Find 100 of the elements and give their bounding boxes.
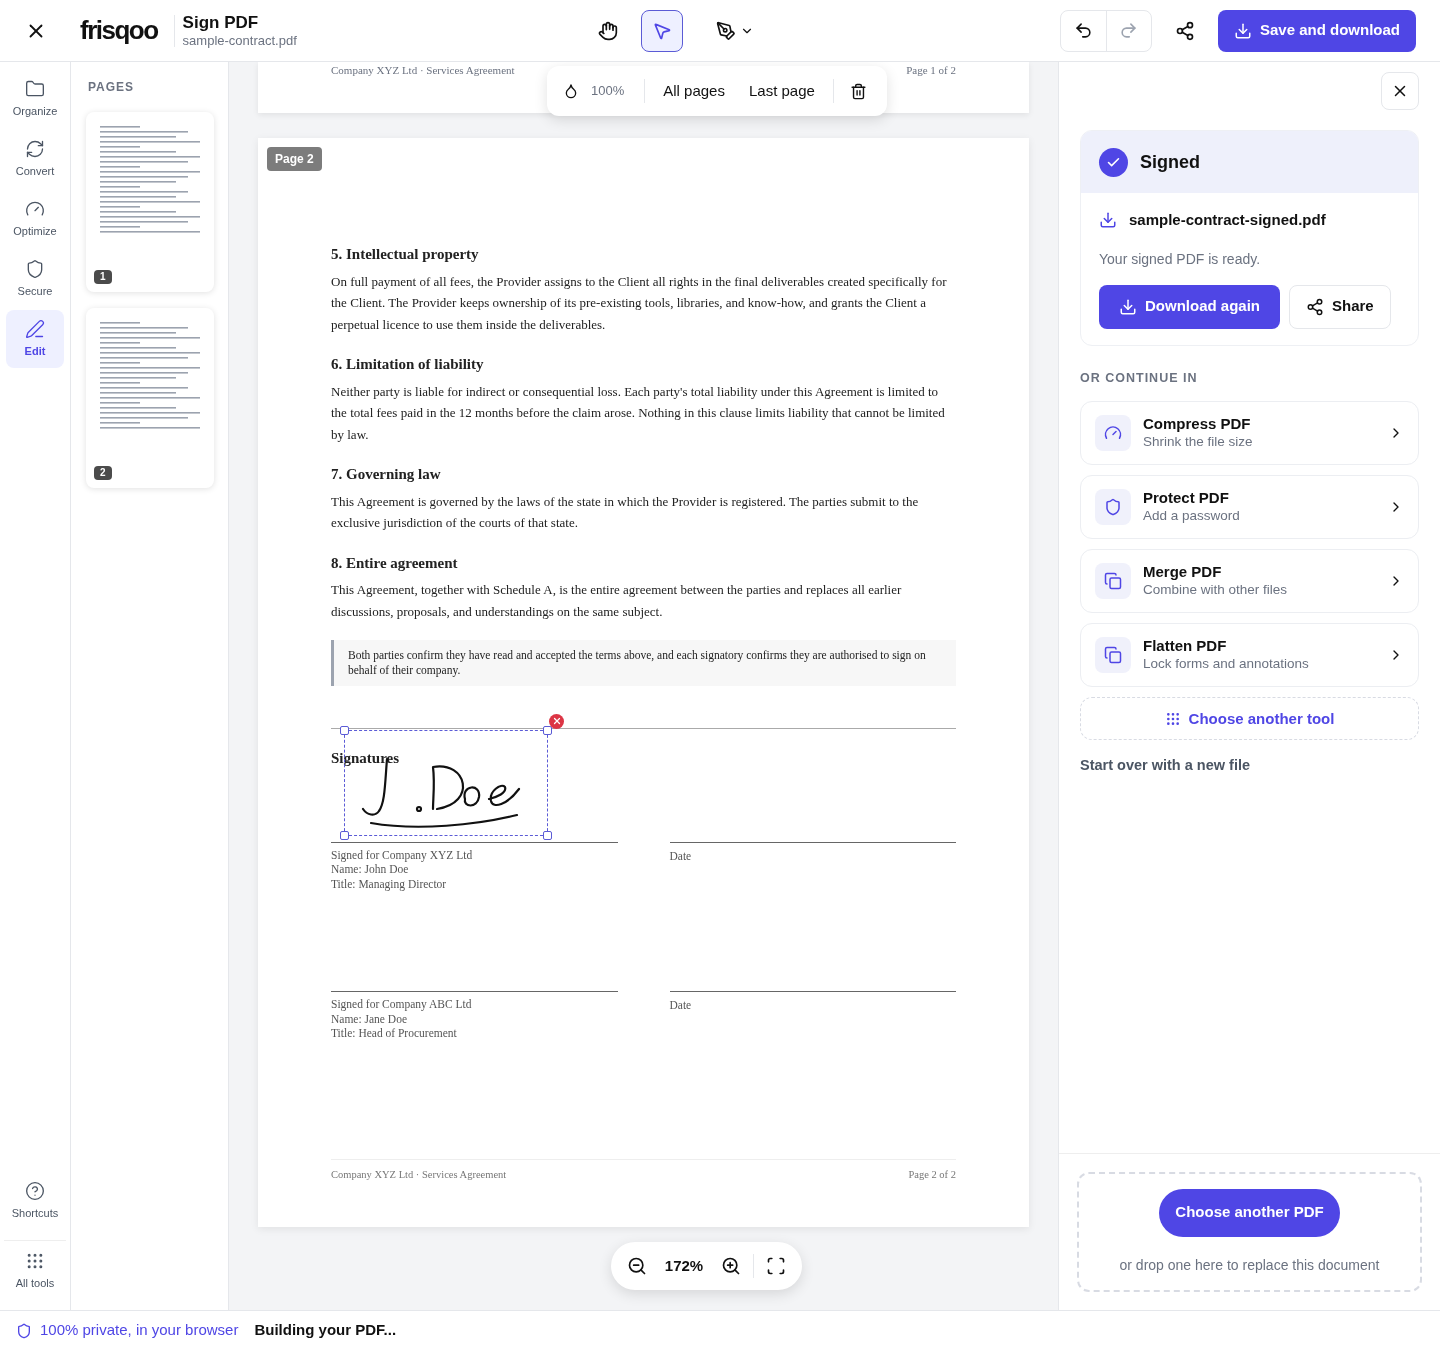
section-body: Neither party is liable for indirect or consequential loss. Each party's total liability under this Agreement is limited to the total fees paid in the 12 months before the claim arose. Nothing in this clause limits liability that cannot be limited by law. [331, 382, 946, 444]
signer-detail: Title: Head of Procurement [331, 1026, 458, 1041]
section-heading: 6. Limitation of liability [331, 355, 485, 374]
check-badge-icon [1099, 147, 1128, 177]
rail-item[interactable]: Edit [6, 310, 64, 368]
page-footer-text: Company XYZ Ltd · Services Agreement [331, 63, 515, 78]
apply-pages-button[interactable]: All pages [657, 79, 731, 103]
signer-detail: Signed for Company XYZ Ltd [331, 847, 474, 862]
signatures-heading: Signatures [331, 749, 401, 768]
start-over-link[interactable]: Start over with a new file [1080, 755, 1250, 777]
apply-pages-button[interactable]: Last page [742, 79, 821, 103]
opacity-icon [563, 83, 579, 99]
rail-item[interactable]: All tools [4, 1240, 66, 1302]
privacy-note: 100% private, in your browser [40, 1320, 239, 1341]
help-icon [25, 1180, 45, 1201]
page-number-badge: 2 [94, 466, 112, 480]
signer-detail: Signed for Company ABC Ltd [331, 997, 473, 1012]
progress-message: Building your PDF... [254, 1320, 397, 1341]
download-icon [1099, 211, 1117, 230]
resize-handle[interactable] [543, 830, 552, 840]
tool-title: Flatten PDF [1143, 637, 1228, 657]
choose-pdf-button[interactable]: Choose another PDF [1159, 1188, 1340, 1237]
tool-link-card[interactable]: Protect PDF Add a password [1080, 475, 1419, 540]
panel-heading: PAGES [88, 79, 136, 96]
drop-hint: or drop one here to replace this document [1119, 1255, 1380, 1275]
share-icon [1174, 20, 1195, 41]
zoom-in-button[interactable] [721, 1256, 741, 1276]
rail-item[interactable]: Organize [6, 70, 64, 128]
pen-icon [25, 318, 45, 339]
confirmation-callout: Both parties confirm they have read and accepted the terms above, and each signatory confirms they are authorised to sign on behalf of their company. [331, 640, 956, 686]
copy-icon [1095, 563, 1131, 600]
tool-link-card[interactable]: Compress PDF Shrink the file size [1080, 401, 1419, 466]
tool-title: Protect PDF [1143, 489, 1230, 509]
signer-detail: Name: John Doe [331, 862, 410, 877]
page-footer-text: Company XYZ Ltd · Services Agreement [331, 1168, 507, 1183]
page-number-badge: 1 [94, 270, 112, 284]
signer-detail: Name: Jane Doe [331, 1011, 408, 1026]
drop-zone[interactable]: Choose another PDF or drop one here to replace this document [1077, 1172, 1422, 1292]
zoom-level: 172% [663, 1255, 705, 1276]
hand-icon [597, 20, 618, 41]
status-title: Signed [1140, 150, 1200, 174]
zoom-in-icon [721, 1256, 741, 1276]
shield-icon [16, 1322, 32, 1339]
section-heading: 5. Intellectual property [331, 245, 480, 264]
section-body: This Agreement is governed by the laws of the state in which the Provider is registered. The parties submit to the exclusive jurisdiction of the courts of that state. [331, 492, 920, 532]
rail-item[interactable]: Secure [6, 250, 64, 308]
tool-subtitle: Shrink the file size [1143, 434, 1254, 452]
page-title: Sign PDF [182, 11, 260, 33]
gauge-icon [1095, 415, 1131, 452]
tool-link-card[interactable]: Flatten PDF Lock forms and annotations [1080, 623, 1419, 688]
share-icon [1306, 297, 1324, 316]
fullscreen-icon [766, 1256, 786, 1276]
undo-icon [1073, 21, 1093, 40]
page-footer-text: Page 1 of 2 [906, 63, 956, 78]
zoom-out-icon [627, 1256, 647, 1276]
share-button[interactable]: Share [1289, 284, 1391, 329]
resize-handle[interactable] [340, 725, 349, 735]
fullscreen-button[interactable] [766, 1256, 786, 1276]
page-footer-text: Page 2 of 2 [908, 1168, 956, 1183]
tool-title: Merge PDF [1143, 563, 1223, 583]
rail-item[interactable]: Shortcuts [4, 1170, 66, 1232]
tool-title: Compress PDF [1143, 415, 1252, 435]
tool-subtitle: Combine with other files [1143, 582, 1289, 600]
trash-icon [849, 82, 867, 100]
folder-icon [25, 78, 45, 99]
page-thumbnail[interactable]: 1 [86, 112, 214, 292]
opacity-value: 100% [591, 82, 625, 101]
close-icon [551, 716, 562, 726]
shield-icon [1095, 489, 1131, 526]
tool-subtitle: Add a password [1143, 508, 1241, 526]
rail-item[interactable]: Convert [6, 130, 64, 188]
copy-icon [1095, 637, 1131, 674]
section-heading: 8. Entire agreement [331, 553, 459, 573]
rail-item[interactable]: Optimize [6, 190, 64, 248]
section-heading: 7. Governing law [331, 465, 442, 484]
file-name: sample-contract.pdf [182, 33, 297, 50]
tool-link-card[interactable]: Merge PDF Combine with other files [1080, 549, 1419, 614]
resize-handle[interactable] [543, 725, 552, 735]
zoom-out-button[interactable] [627, 1256, 647, 1276]
pen-nib-icon [715, 20, 736, 41]
section-body: On full payment of all fees, the Provider assigns to the Client all rights in the final deliverables created specifically for the Client. The Provider keeps ownership of its pre-existing tools, libraries, and know-how, and grants the Client a perpetual licence to use them inside the deliverables. [331, 272, 948, 334]
close-panel-button[interactable] [1381, 72, 1419, 110]
download-again-button[interactable]: Download again [1099, 284, 1280, 329]
app-logo: frisqoo [80, 14, 158, 47]
delete-signature-button[interactable] [549, 713, 564, 729]
download-icon [1233, 21, 1252, 40]
page-badge: Page 2 [267, 147, 322, 171]
page-thumbnail[interactable]: 2 [86, 308, 214, 488]
download-icon [1119, 297, 1137, 316]
date-label: Date [669, 849, 692, 862]
ready-message: Your signed PDF is ready. [1099, 249, 1262, 269]
tool-subtitle: Lock forms and annotations [1143, 656, 1310, 674]
output-file-name: sample-contract-signed.pdf [1129, 210, 1326, 230]
refresh-icon [25, 138, 45, 159]
choose-another-tool-button[interactable]: Choose another tool [1080, 697, 1419, 741]
section-body: This Agreement, together with Schedule A, is the entire agreement between the parties and replaces all earlier discussions, proposals, and understandings on the same subject. [331, 581, 903, 621]
date-label: Date [669, 999, 692, 1011]
section-label: OR CONTINUE IN [1080, 369, 1199, 387]
save-button[interactable]: Save and download [1217, 9, 1416, 52]
resize-handle[interactable] [340, 830, 349, 840]
